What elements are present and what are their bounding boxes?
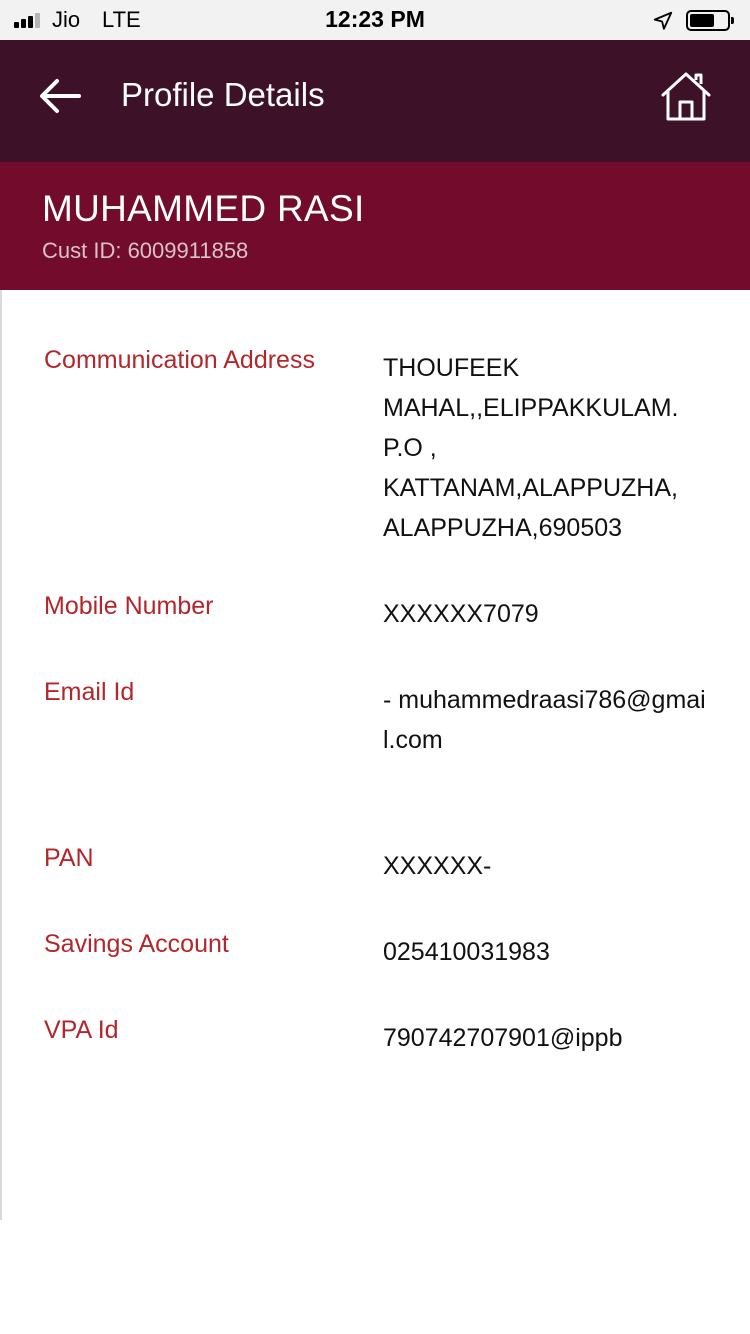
savings-account-value: 025410031983 bbox=[383, 938, 550, 966]
pan-label: PAN bbox=[44, 844, 94, 872]
profile-details-list: Communication Address THOUFEEK MAHAL,,EL… bbox=[0, 290, 750, 1220]
profile-banner: MUHAMMED RASI Cust ID: 6009911858 bbox=[0, 162, 750, 290]
mobile-number-label: Mobile Number bbox=[44, 592, 214, 620]
email-id-label: Email Id bbox=[44, 678, 135, 706]
communication-address-label: Communication Address bbox=[44, 346, 315, 374]
profile-details-screen: Jio LTE 12:23 PM Profile Details MUHAMME… bbox=[0, 0, 750, 1334]
mobile-number-value: XXXXXX7079 bbox=[383, 600, 539, 628]
page-title: Profile Details bbox=[121, 76, 325, 113]
vpa-id-value: 790742707901@ippb bbox=[383, 1024, 623, 1052]
home-button[interactable] bbox=[656, 66, 716, 126]
back-button[interactable] bbox=[30, 70, 90, 122]
status-bar: Jio LTE 12:23 PM bbox=[0, 0, 750, 40]
vpa-id-label: VPA Id bbox=[44, 1016, 119, 1044]
location-arrow-icon bbox=[653, 11, 673, 30]
app-header: Profile Details bbox=[0, 40, 750, 162]
savings-account-label: Savings Account bbox=[44, 930, 229, 958]
pan-value: XXXXXX- bbox=[383, 852, 492, 880]
customer-id: Cust ID: 6009911858 bbox=[42, 238, 249, 263]
customer-name: MUHAMMED RASI bbox=[42, 188, 365, 229]
back-arrow-icon bbox=[40, 79, 81, 113]
battery-icon bbox=[686, 10, 734, 31]
status-time: 12:23 PM bbox=[325, 6, 425, 32]
home-icon bbox=[661, 72, 711, 121]
email-id-value: - muhammedraasi786@gmail.com bbox=[383, 686, 706, 754]
communication-address-value: THOUFEEK MAHAL,,ELIPPAKKULAM. P.O , KATT… bbox=[383, 354, 679, 542]
